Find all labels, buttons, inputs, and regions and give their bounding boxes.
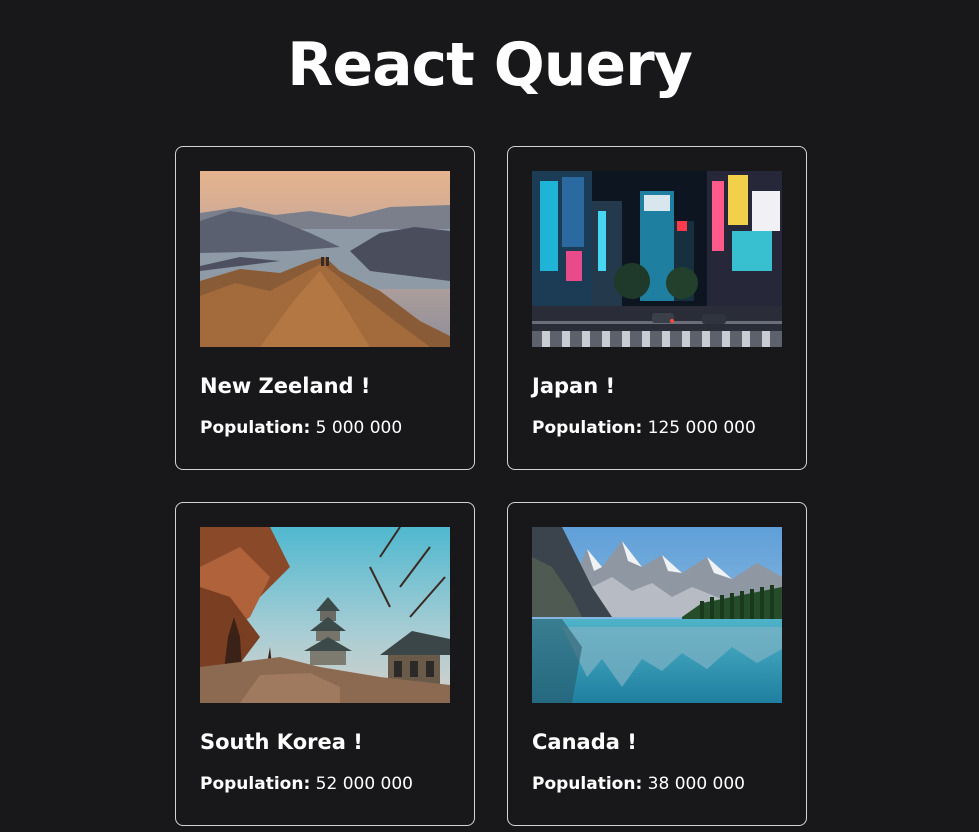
country-name: New Zeeland ! [200,374,371,398]
population-row: Population: 52 000 000 [200,772,450,796]
country-photo [532,171,782,347]
population-label: Population: [200,418,311,438]
country-name: Canada ! [532,730,637,754]
population-value: 5 000 000 [315,418,403,438]
population-row: Population: 125 000 000 [532,416,782,440]
population-row: Population: 5 000 000 [200,416,450,440]
population-label: Population: [200,774,311,794]
country-grid: New Zeeland ! Population: 5 000 000 Japa… [175,146,807,826]
page-title: React Query [287,30,693,100]
country-card: South Korea ! Population: 52 000 000 [175,502,475,826]
population-value: 125 000 000 [647,418,756,438]
population-row: Population: 38 000 000 [532,772,782,796]
country-photo [532,527,782,703]
country-card: New Zeeland ! Population: 5 000 000 [175,146,475,470]
country-card: Japan ! Population: 125 000 000 [507,146,807,470]
country-name: Japan ! [532,374,616,398]
country-name: South Korea ! [200,730,363,754]
population-label: Population: [532,774,643,794]
population-label: Population: [532,418,643,438]
population-value: 52 000 000 [315,774,413,794]
population-value: 38 000 000 [647,774,745,794]
country-photo [200,171,450,347]
country-photo [200,527,450,703]
country-card: Canada ! Population: 38 000 000 [507,502,807,826]
